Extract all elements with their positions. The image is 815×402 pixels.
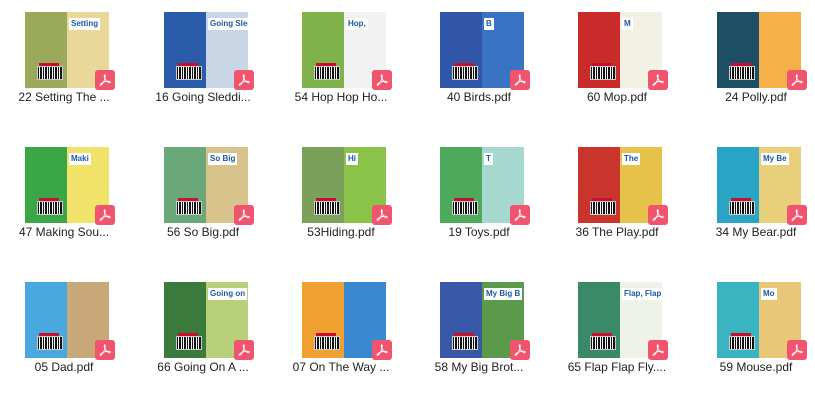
cover-title: Setting [69, 18, 101, 30]
pdf-icon [234, 340, 254, 360]
file-name: 36 The Play.pdf [575, 225, 659, 239]
pdf-icon [234, 205, 254, 225]
file-item[interactable]: Flap, Flap 65 Flap Flap Fly.... [558, 270, 676, 388]
cover-title: Maki [69, 153, 91, 165]
pdf-icon [648, 70, 668, 90]
file-item[interactable]: So Big 56 So Big.pdf [144, 135, 262, 253]
barcode [176, 66, 202, 80]
barcode [314, 336, 340, 350]
barcode [37, 66, 63, 80]
cover-title: So Big [208, 153, 238, 165]
file-item[interactable]: B 40 Birds.pdf [420, 0, 538, 118]
barcode [452, 336, 478, 350]
cover-title: My Be [761, 153, 789, 165]
barcode [590, 66, 616, 80]
file-item[interactable]: Mo 59 Mouse.pdf [697, 270, 815, 388]
file-name: 58 My Big Brot... [434, 360, 524, 374]
barcode [452, 201, 478, 215]
pdf-icon [787, 70, 807, 90]
file-item[interactable]: My Big B 58 My Big Brot... [420, 270, 538, 388]
cover-title: Hop, [346, 18, 368, 30]
pdf-icon [510, 70, 530, 90]
file-name: 22 Setting The ... [18, 90, 110, 104]
cover-title: The [622, 153, 641, 165]
file-name: 19 Toys.pdf [448, 225, 510, 239]
barcode [590, 336, 616, 350]
cover-title: T [484, 153, 493, 165]
cover-title: Going on [208, 288, 248, 300]
file-name: 47 Making Sou... [18, 225, 110, 239]
cover-title: My Big B [484, 288, 523, 300]
barcode [729, 336, 755, 350]
file-name: 65 Flap Flap Fly.... [567, 360, 667, 374]
file-item[interactable]: Going on 66 Going On A ... [144, 270, 262, 388]
barcode [729, 66, 755, 80]
barcode [176, 201, 202, 215]
pdf-icon [372, 205, 392, 225]
file-item[interactable]: Hop, 54 Hop Hop Ho... [282, 0, 400, 118]
barcode [314, 66, 340, 80]
file-item[interactable]: 24 Polly.pdf [697, 0, 815, 118]
cover-title: Flap, Flap [622, 288, 662, 300]
barcode [452, 66, 478, 80]
file-name: 59 Mouse.pdf [719, 360, 793, 374]
file-name: 24 Polly.pdf [725, 90, 787, 104]
pdf-icon [648, 205, 668, 225]
pdf-icon [648, 340, 668, 360]
pdf-icon [95, 340, 115, 360]
file-item[interactable]: My Be 34 My Bear.pdf [697, 135, 815, 253]
pdf-icon [787, 340, 807, 360]
pdf-icon [372, 340, 392, 360]
file-name: 16 Going Sleddi... [155, 90, 251, 104]
file-name: 60 Mop.pdf [586, 90, 648, 104]
pdf-icon [372, 70, 392, 90]
file-name: 54 Hop Hop Ho... [294, 90, 388, 104]
file-item[interactable]: T 19 Toys.pdf [420, 135, 538, 253]
file-item[interactable]: Going Sled 16 Going Sleddi... [144, 0, 262, 118]
file-item[interactable]: Setting 22 Setting The ... [5, 0, 123, 118]
file-item[interactable]: Maki 47 Making Sou... [5, 135, 123, 253]
file-item[interactable]: 05 Dad.pdf [5, 270, 123, 388]
barcode [37, 201, 63, 215]
cover-title: B [484, 18, 494, 30]
pdf-icon [95, 70, 115, 90]
file-name: 40 Birds.pdf [446, 90, 512, 104]
pdf-icon [510, 205, 530, 225]
file-name: 34 My Bear.pdf [715, 225, 797, 239]
barcode [314, 201, 340, 215]
file-name: 07 On The Way ... [292, 360, 390, 374]
pdf-icon [95, 205, 115, 225]
file-item[interactable]: Hi 53Hiding.pdf [282, 135, 400, 253]
cover-title: Hi [346, 153, 358, 165]
barcode [729, 201, 755, 215]
pdf-icon [787, 205, 807, 225]
file-name: 66 Going On A ... [157, 360, 249, 374]
file-name: 53Hiding.pdf [307, 225, 375, 239]
file-item[interactable]: M 60 Mop.pdf [558, 0, 676, 118]
pdf-icon [510, 340, 530, 360]
cover-title: M [622, 18, 633, 30]
barcode [176, 336, 202, 350]
barcode [590, 201, 616, 215]
file-item[interactable]: The 36 The Play.pdf [558, 135, 676, 253]
file-name: 05 Dad.pdf [34, 360, 94, 374]
cover-title: Going Sled [208, 18, 248, 30]
file-name: 56 So Big.pdf [166, 225, 240, 239]
file-item[interactable]: 07 On The Way ... [282, 270, 400, 388]
cover-title: Mo [761, 288, 777, 300]
pdf-icon [234, 70, 254, 90]
file-grid: Setting 22 Setting The ... Going Sled 16 Go… [0, 0, 815, 402]
barcode [37, 336, 63, 350]
